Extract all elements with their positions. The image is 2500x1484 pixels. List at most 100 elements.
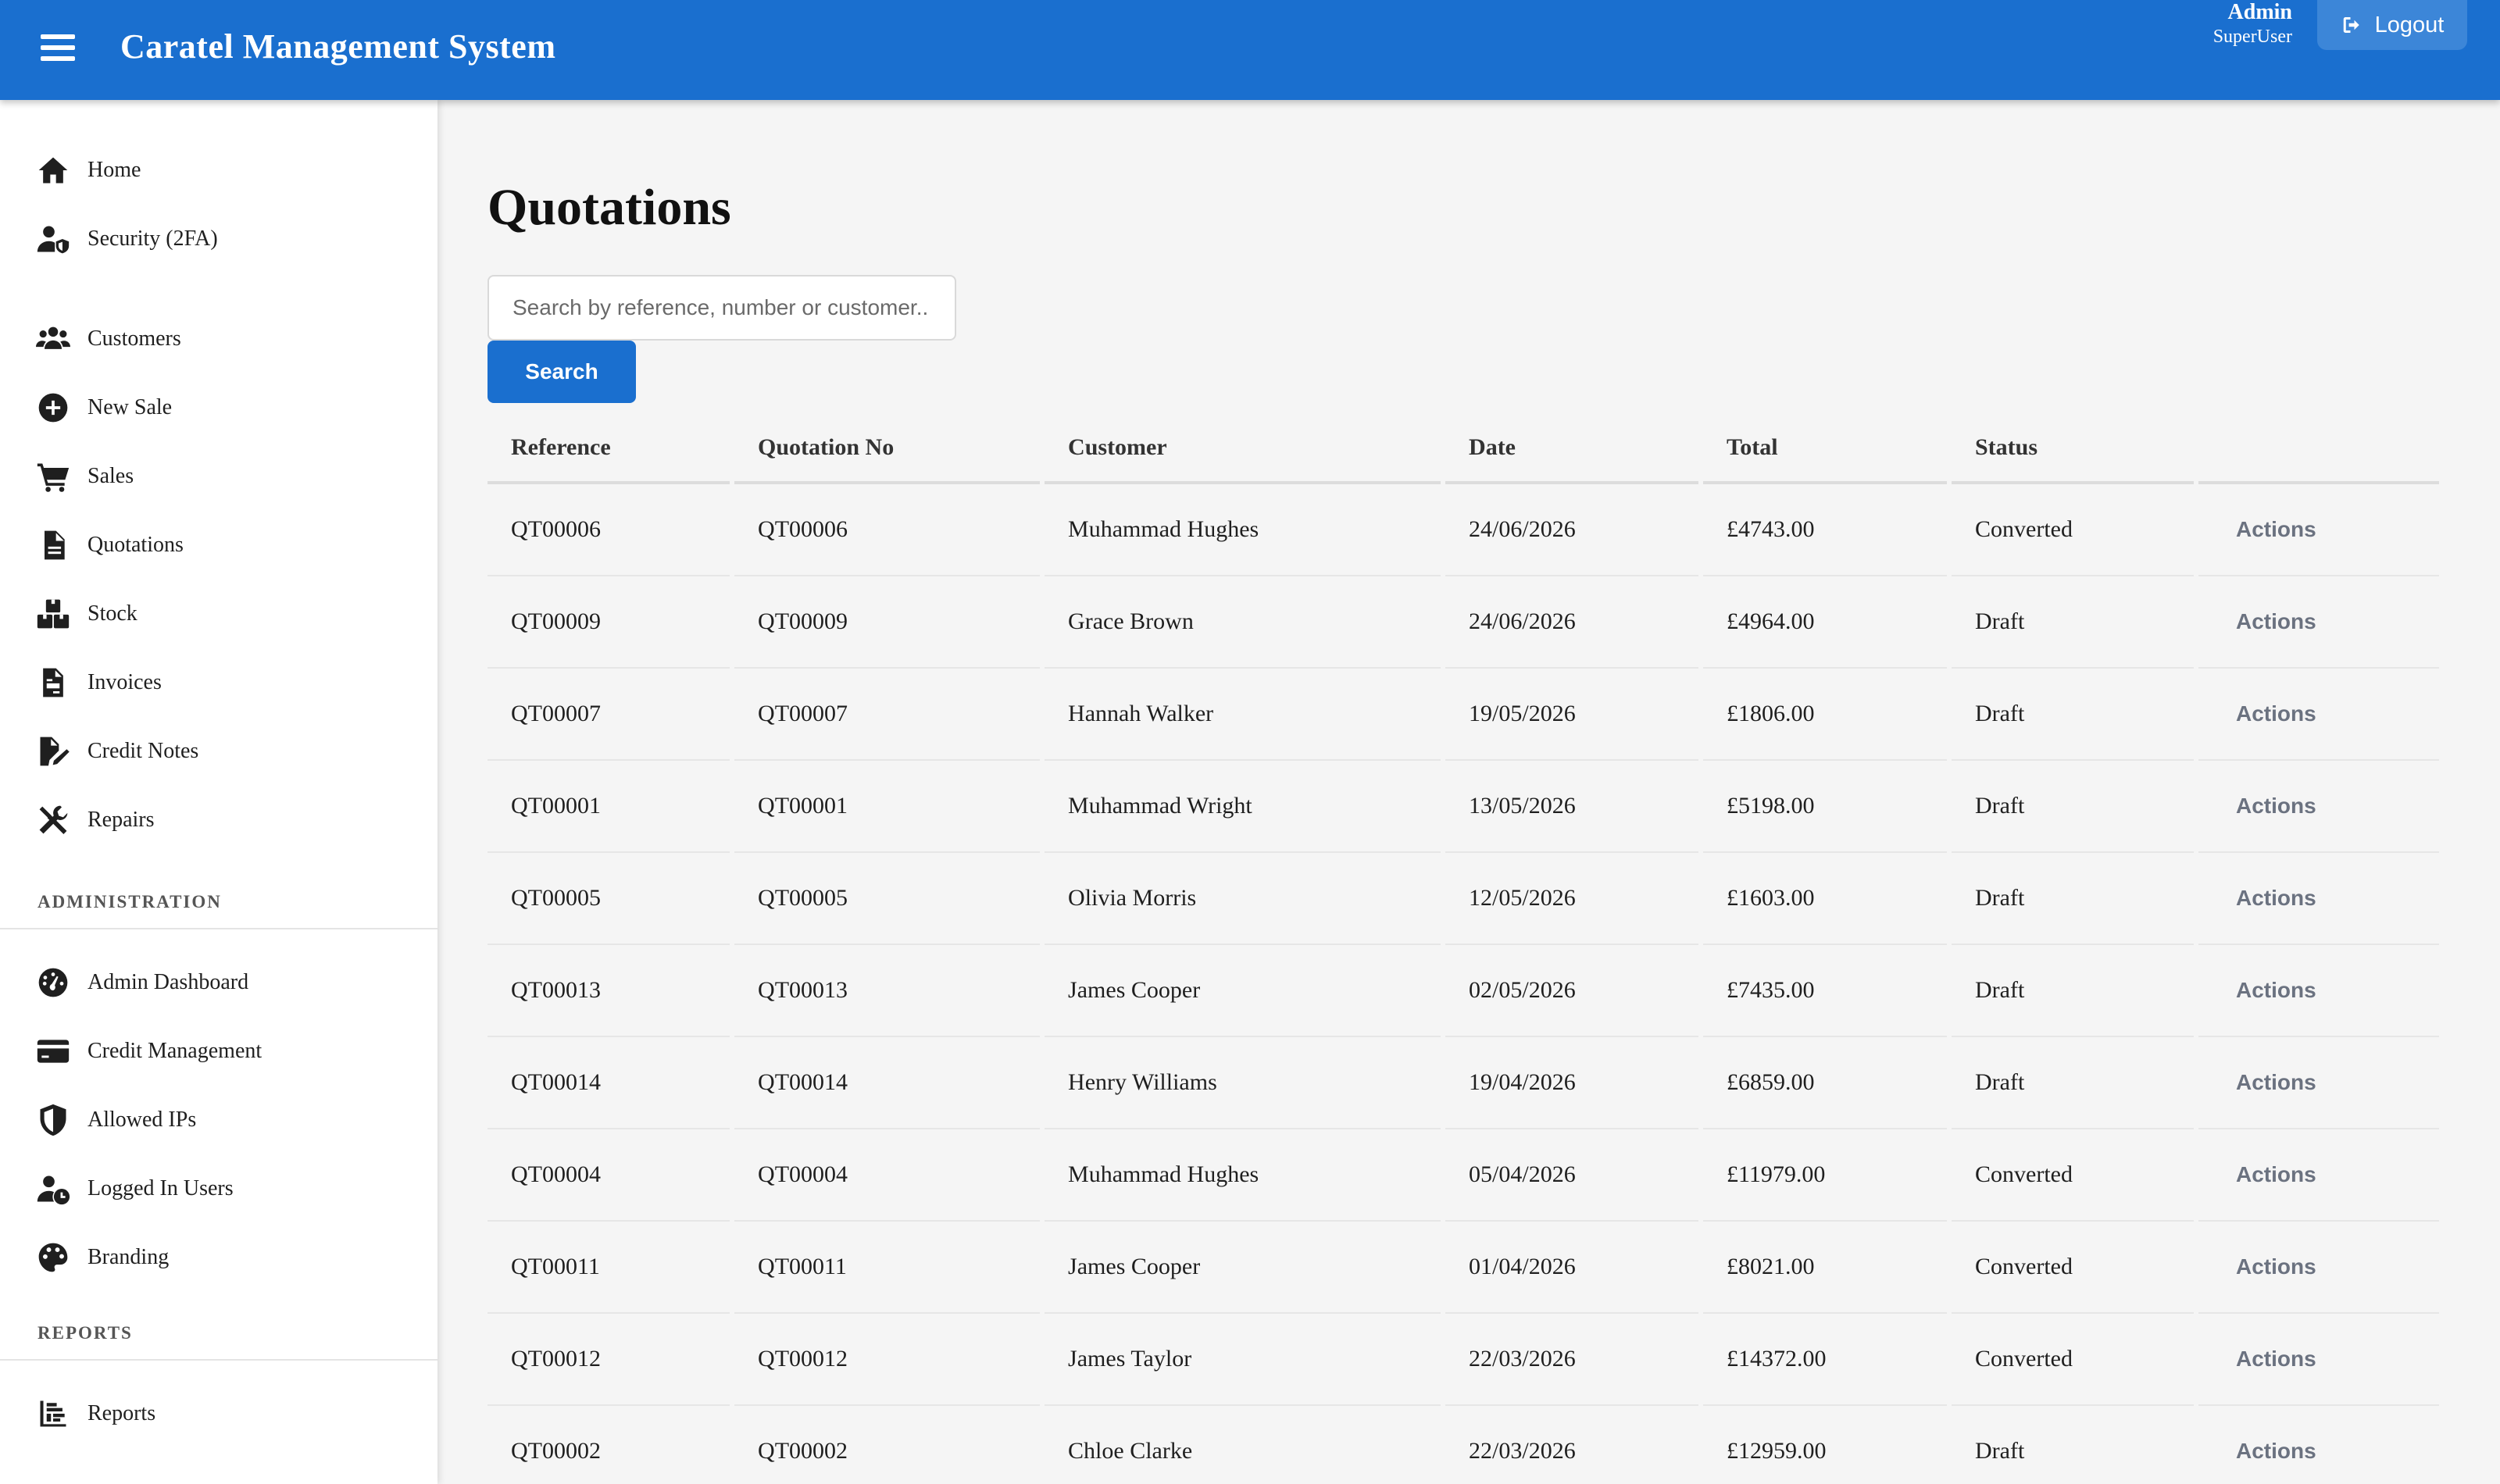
sidebar-item-security[interactable]: Security (2FA) bbox=[0, 211, 438, 267]
sidebar-item-sales[interactable]: Sales bbox=[0, 448, 438, 505]
cell-reference: QT00014 bbox=[488, 1037, 730, 1129]
cell-quotation-no: QT00013 bbox=[734, 945, 1041, 1037]
sidebar-item-new-sale[interactable]: New Sale bbox=[0, 380, 438, 436]
column-header-actions bbox=[2198, 414, 2439, 484]
table-row[interactable]: QT00012 QT00012 James Taylor 22/03/2026 … bbox=[488, 1314, 2439, 1406]
sidebar-item-reports[interactable]: Reports bbox=[0, 1386, 438, 1442]
sidebar-item-label: Allowed IPs bbox=[88, 1108, 197, 1132]
cell-date: 05/04/2026 bbox=[1445, 1129, 1698, 1222]
table-header-row: Reference Quotation No Customer Date Tot… bbox=[488, 414, 2439, 484]
sidebar-item-label: Quotations bbox=[88, 533, 184, 557]
cell-customer: Muhammad Hughes bbox=[1045, 484, 1441, 576]
sidebar-item-stock[interactable]: Stock bbox=[0, 586, 438, 642]
search-button[interactable]: Search bbox=[488, 341, 636, 403]
cell-reference: QT00009 bbox=[488, 576, 730, 669]
table-row[interactable]: QT00004 QT00004 Muhammad Hughes 05/04/20… bbox=[488, 1129, 2439, 1222]
cell-customer: Chloe Clarke bbox=[1045, 1406, 1441, 1484]
cell-status: Converted bbox=[1952, 1129, 2194, 1222]
sidebar-item-label: Logged In Users bbox=[88, 1176, 234, 1200]
sidebar-item-label: Credit Management bbox=[88, 1039, 262, 1063]
actions-button[interactable]: Actions bbox=[2198, 1129, 2439, 1222]
cell-customer: James Cooper bbox=[1045, 1222, 1441, 1314]
app-title: Caratel Management System bbox=[120, 27, 556, 66]
actions-button[interactable]: Actions bbox=[2198, 1222, 2439, 1314]
column-header-customer[interactable]: Customer bbox=[1045, 414, 1441, 484]
actions-button[interactable]: Actions bbox=[2198, 1406, 2439, 1484]
actions-button[interactable]: Actions bbox=[2198, 761, 2439, 853]
sidebar-item-home[interactable]: Home bbox=[0, 142, 438, 198]
sidebar-item-customers[interactable]: Customers bbox=[0, 311, 438, 367]
cell-quotation-no: QT00004 bbox=[734, 1129, 1041, 1222]
logout-button[interactable]: Logout bbox=[2317, 0, 2467, 50]
actions-button[interactable]: Actions bbox=[2198, 853, 2439, 945]
plus-circle-icon bbox=[34, 389, 72, 426]
cell-customer: Olivia Morris bbox=[1045, 853, 1441, 945]
column-header-date[interactable]: Date bbox=[1445, 414, 1698, 484]
column-header-reference[interactable]: Reference bbox=[488, 414, 730, 484]
sidebar-item-invoices[interactable]: Invoices bbox=[0, 655, 438, 711]
sidebar-item-credit-notes[interactable]: Credit Notes bbox=[0, 723, 438, 779]
actions-button[interactable]: Actions bbox=[2198, 1037, 2439, 1129]
actions-button[interactable]: Actions bbox=[2198, 669, 2439, 761]
actions-button[interactable]: Actions bbox=[2198, 484, 2439, 576]
table-row[interactable]: QT00005 QT00005 Olivia Morris 12/05/2026… bbox=[488, 853, 2439, 945]
cell-status: Converted bbox=[1952, 1314, 2194, 1406]
sidebar-item-quotations[interactable]: Quotations bbox=[0, 517, 438, 573]
table-row[interactable]: QT00006 QT00006 Muhammad Hughes 24/06/20… bbox=[488, 484, 2439, 576]
section-title-reports: REPORTS bbox=[38, 1323, 133, 1343]
cell-quotation-no: QT00007 bbox=[734, 669, 1041, 761]
file-edit-icon bbox=[34, 733, 72, 770]
page-title: Quotations bbox=[488, 179, 731, 236]
dashboard-gauge-icon bbox=[34, 964, 72, 1001]
cell-quotation-no: QT00012 bbox=[734, 1314, 1041, 1406]
cell-total: £12959.00 bbox=[1703, 1406, 1947, 1484]
actions-button[interactable]: Actions bbox=[2198, 945, 2439, 1037]
invoice-icon bbox=[34, 664, 72, 701]
sidebar-item-label: Branding bbox=[88, 1245, 170, 1269]
table-row[interactable]: QT00009 QT00009 Grace Brown 24/06/2026 £… bbox=[488, 576, 2439, 669]
actions-button[interactable]: Actions bbox=[2198, 576, 2439, 669]
cell-total: £4964.00 bbox=[1703, 576, 1947, 669]
cell-quotation-no: QT00014 bbox=[734, 1037, 1041, 1129]
cell-status: Draft bbox=[1952, 853, 2194, 945]
sidebar-item-admin-dashboard[interactable]: Admin Dashboard bbox=[0, 954, 438, 1011]
boxes-icon bbox=[34, 595, 72, 633]
cell-quotation-no: QT00001 bbox=[734, 761, 1041, 853]
cell-status: Draft bbox=[1952, 1037, 2194, 1129]
sidebar-item-repairs[interactable]: Repairs bbox=[0, 792, 438, 848]
cell-quotation-no: QT00002 bbox=[734, 1406, 1040, 1484]
cell-status: Converted bbox=[1952, 1222, 2194, 1314]
users-icon bbox=[34, 320, 72, 358]
cell-reference: QT00001 bbox=[488, 761, 730, 853]
sidebar-item-credit-management[interactable]: Credit Management bbox=[0, 1023, 438, 1079]
sidebar-item-label: Reports bbox=[88, 1401, 156, 1425]
column-header-total[interactable]: Total bbox=[1703, 414, 1947, 484]
user-name: Admin bbox=[2227, 0, 2292, 24]
cell-quotation-no: QT00005 bbox=[734, 853, 1041, 945]
cell-quotation-no: QT00011 bbox=[734, 1222, 1041, 1314]
table-row[interactable]: QT00002 QT00002 Chloe Clarke 22/03/2026 … bbox=[488, 1406, 2439, 1484]
cell-status: Draft bbox=[1952, 761, 2194, 853]
cell-reference: QT00011 bbox=[488, 1222, 730, 1314]
cell-total: £8021.00 bbox=[1703, 1222, 1947, 1314]
cell-reference: QT00002 bbox=[488, 1406, 730, 1484]
cell-quotation-no: QT00006 bbox=[734, 484, 1041, 576]
actions-button[interactable]: Actions bbox=[2198, 1314, 2439, 1406]
search-input[interactable] bbox=[488, 275, 956, 341]
column-header-quotation-no[interactable]: Quotation No bbox=[734, 414, 1041, 484]
table-row[interactable]: QT00001 QT00001 Muhammad Wright 13/05/20… bbox=[488, 761, 2439, 853]
sidebar-item-logged-in-users[interactable]: Logged In Users bbox=[0, 1161, 438, 1217]
sidebar-item-allowed-ips[interactable]: Allowed IPs bbox=[0, 1092, 438, 1148]
sidebar-item-branding[interactable]: Branding bbox=[0, 1229, 438, 1286]
file-icon bbox=[34, 526, 72, 564]
table-row[interactable]: QT00014 QT00014 Henry Williams 19/04/202… bbox=[488, 1037, 2439, 1129]
table-row[interactable]: QT00007 QT00007 Hannah Walker 19/05/2026… bbox=[488, 669, 2439, 761]
menu-toggle-icon[interactable] bbox=[41, 31, 78, 62]
cell-customer: Henry Williams bbox=[1045, 1037, 1441, 1129]
cell-date: 01/04/2026 bbox=[1445, 1222, 1698, 1314]
cell-date: 24/06/2026 bbox=[1445, 576, 1698, 669]
sidebar-item-label: Invoices bbox=[88, 670, 162, 694]
column-header-status[interactable]: Status bbox=[1952, 414, 2194, 484]
table-row[interactable]: QT00013 QT00013 James Cooper 02/05/2026 … bbox=[488, 945, 2439, 1037]
table-row[interactable]: QT00011 QT00011 James Cooper 01/04/2026 … bbox=[488, 1222, 2439, 1314]
